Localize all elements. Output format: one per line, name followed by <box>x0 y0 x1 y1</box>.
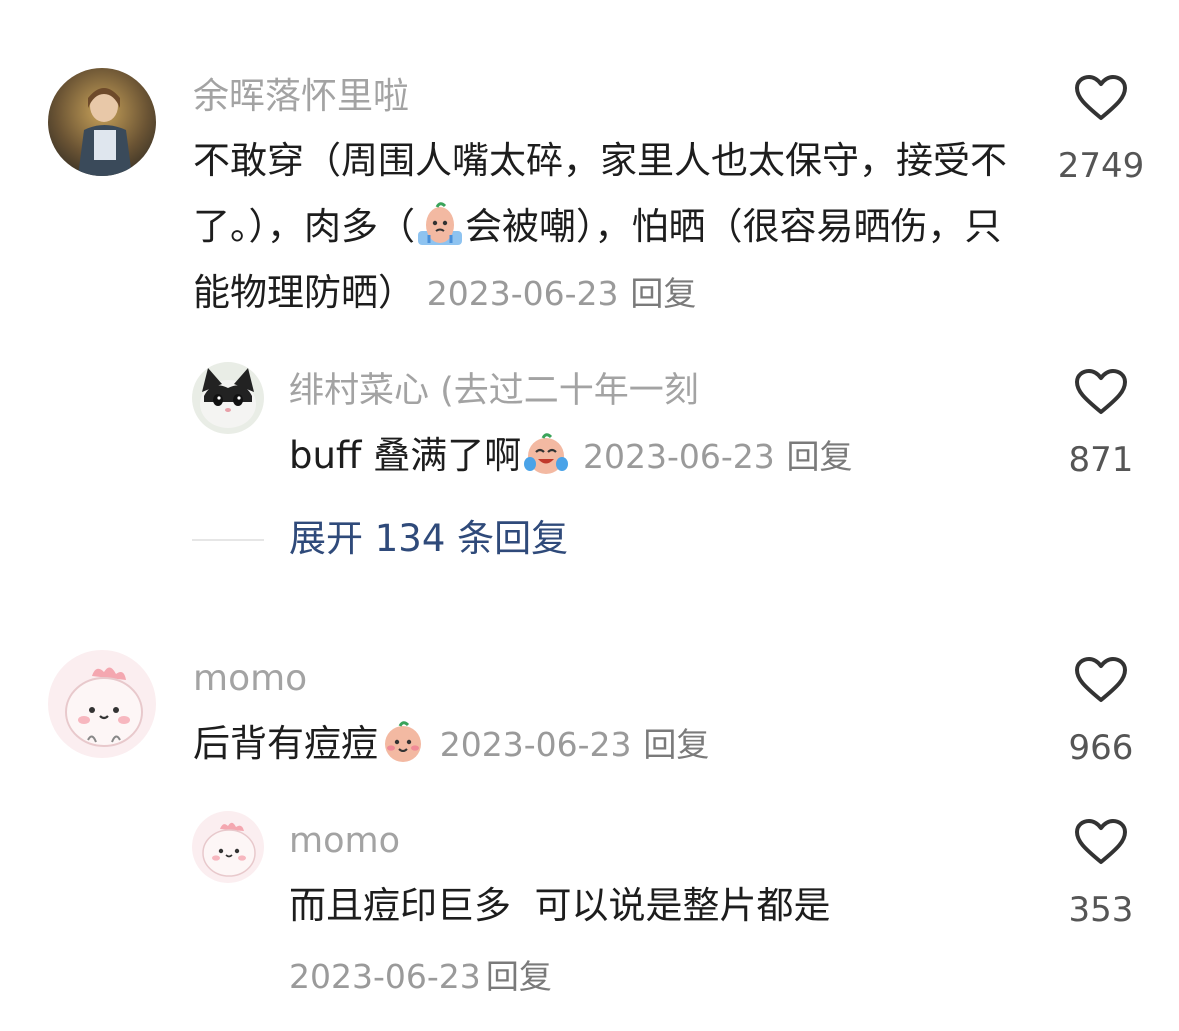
blushing-bean-emoji <box>378 718 428 764</box>
comment-date: 2023-06-23 <box>426 274 619 313</box>
reply-button[interactable]: 回复 <box>486 957 552 996</box>
like-count: 2749 <box>1057 146 1145 186</box>
reply-username[interactable]: momo <box>289 819 400 863</box>
reply-button[interactable]: 回复 <box>630 274 696 313</box>
reply-meta: 2023-06-23 回复 <box>289 950 552 998</box>
like-button[interactable]: 871 <box>1046 368 1156 480</box>
like-count: 353 <box>1068 890 1134 930</box>
comment-username[interactable]: 余晖落怀里啦 <box>193 75 409 119</box>
heart-outline-icon <box>1075 369 1127 414</box>
avatar[interactable] <box>48 68 156 176</box>
reply-text-content: buff 叠满了啊 <box>289 434 522 477</box>
avatar[interactable] <box>48 650 156 758</box>
comment-text: 后背有痘痘 2023-06-23 回复 <box>193 711 1028 778</box>
like-button[interactable]: 353 <box>1046 818 1156 930</box>
comment-username[interactable]: momo <box>193 657 307 701</box>
comment-date: 2023-06-23 <box>439 725 632 764</box>
reply-button[interactable]: 回复 <box>787 437 853 476</box>
heart-outline-icon <box>1075 75 1127 120</box>
like-button[interactable]: 2749 <box>1046 74 1156 186</box>
reply-date: 2023-06-23 <box>582 437 775 476</box>
avatar[interactable] <box>192 811 264 883</box>
crying-bean-emoji <box>415 201 465 247</box>
reply-username[interactable]: 绯村菜心 (去过二十年一刻 <box>289 369 699 413</box>
reply-text: 而且痘印巨多 可以说是整片都是 <box>289 884 831 927</box>
laughing-tears-emoji <box>521 430 571 476</box>
comment-text: 不敢穿（周围人嘴太碎，家里人也太保守，接受不了。），肉多（ 会被嘲），怕晒（很容… <box>193 128 1028 327</box>
expand-divider <box>192 539 264 541</box>
expand-replies-link[interactable]: 展开 134 条回复 <box>289 517 568 561</box>
like-count: 871 <box>1068 440 1134 480</box>
reply-text: buff 叠满了啊 2023-06-23 回复 <box>289 423 1029 490</box>
like-count: 966 <box>1068 728 1134 768</box>
reply-date: 2023-06-23 <box>289 957 481 996</box>
like-button[interactable]: 966 <box>1046 656 1156 768</box>
comment-text-content: 后背有痘痘 <box>193 722 378 765</box>
reply-button[interactable]: 回复 <box>643 725 709 764</box>
heart-outline-icon <box>1075 819 1127 864</box>
avatar[interactable] <box>192 362 264 434</box>
heart-outline-icon <box>1075 657 1127 702</box>
